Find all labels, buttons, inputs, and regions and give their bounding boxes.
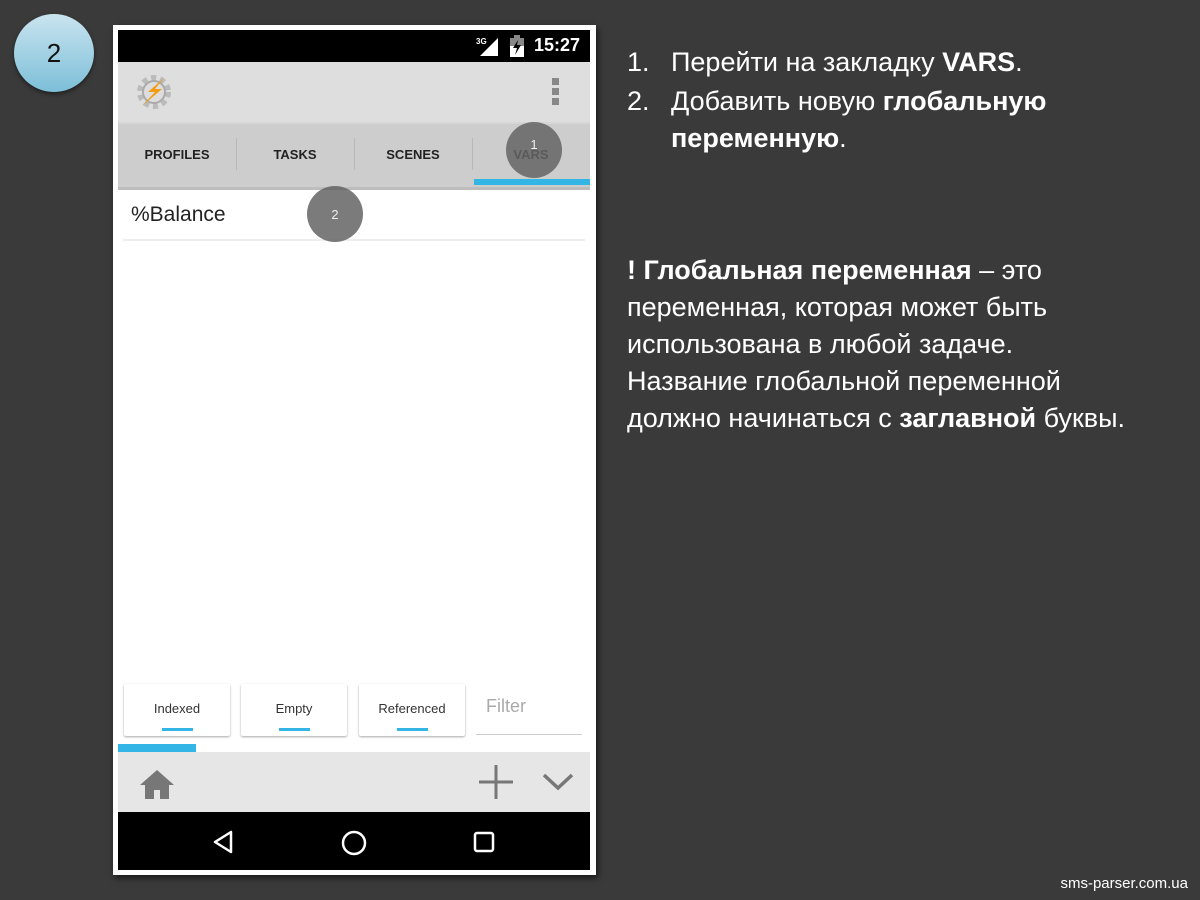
- action-bar: [118, 62, 590, 122]
- tab-tasks[interactable]: TASKS: [236, 124, 354, 184]
- item-end: .: [839, 123, 847, 153]
- note-bold-tail: заглавной: [899, 403, 1037, 433]
- chevron-down-icon[interactable]: [542, 772, 574, 792]
- item-bold: VARS: [942, 47, 1016, 77]
- android-nav-bar: [118, 812, 590, 870]
- filter-referenced-button[interactable]: Referenced: [359, 684, 465, 736]
- tab-scenes[interactable]: SCENES: [354, 124, 472, 184]
- tab-label: TASKS: [273, 146, 317, 162]
- item-number: 1.: [627, 47, 650, 77]
- phone-screen: 3G 15:27 PROFILES TASKS SCENES VARS 1 %B…: [118, 30, 590, 870]
- overflow-menu-icon[interactable]: [552, 78, 560, 108]
- back-icon[interactable]: [212, 830, 234, 854]
- tab-label: SCENES: [386, 146, 440, 162]
- tab-label: PROFILES: [144, 146, 210, 162]
- signal-icon: 3G: [476, 37, 498, 56]
- divider: [118, 187, 590, 190]
- button-label: Indexed: [153, 701, 201, 716]
- filter-placeholder: Filter: [486, 696, 526, 716]
- item-text: Перейти на закладку: [671, 47, 943, 77]
- note-paragraph: ! Глобальная переменная – это переменная…: [627, 252, 1127, 437]
- step-number: 2: [46, 37, 62, 68]
- clock: 15:27: [533, 35, 580, 55]
- note-text-end: буквы.: [1036, 403, 1126, 433]
- tap-marker-2: 2: [307, 186, 363, 242]
- progress-indicator: [118, 744, 196, 752]
- instruction-item: 2. Добавить новую глобальную переменную.: [627, 83, 1147, 157]
- step-badge: 2: [14, 14, 94, 92]
- battery-charging-icon: [510, 35, 524, 57]
- recents-icon[interactable]: [473, 831, 495, 853]
- filter-empty-button[interactable]: Empty: [241, 684, 347, 736]
- filter-bar: Indexed Empty Referenced Filter: [118, 684, 590, 744]
- item-text: Добавить новую: [671, 86, 883, 116]
- item-end: .: [1015, 47, 1023, 77]
- filter-input[interactable]: Filter: [476, 684, 582, 735]
- tab-profiles[interactable]: PROFILES: [118, 124, 236, 184]
- tap-marker-1: 1: [506, 122, 562, 178]
- item-number: 2.: [627, 86, 650, 116]
- toggle-indicator: [162, 728, 193, 731]
- instruction-item: 1. Перейти на закладку VARS.: [627, 44, 1147, 81]
- variable-name: %Balance: [131, 203, 226, 226]
- svg-text:3G: 3G: [476, 37, 487, 46]
- footer-site: sms-parser.com.ua: [1060, 875, 1188, 892]
- status-bar: 3G 15:27: [118, 30, 590, 62]
- phone-screenshot: 3G 15:27 PROFILES TASKS SCENES VARS 1 %B…: [113, 25, 596, 875]
- home-icon[interactable]: [140, 768, 174, 800]
- toggle-indicator: [279, 728, 310, 731]
- note-bang: !: [627, 255, 644, 285]
- button-label: Referenced: [378, 701, 446, 716]
- plus-icon[interactable]: [478, 764, 514, 800]
- button-label: Empty: [275, 701, 313, 716]
- bottom-toolbar: [118, 752, 590, 812]
- home-circle-icon[interactable]: [341, 830, 367, 856]
- tasker-gear-bolt-icon[interactable]: [134, 72, 174, 112]
- active-tab-indicator: [474, 179, 590, 185]
- filter-indexed-button[interactable]: Indexed: [124, 684, 230, 736]
- toggle-indicator: [397, 728, 428, 731]
- instructions-list: 1. Перейти на закладку VARS. 2. Добавить…: [627, 44, 1147, 157]
- note-bold-lead: Глобальная переменная: [643, 255, 972, 285]
